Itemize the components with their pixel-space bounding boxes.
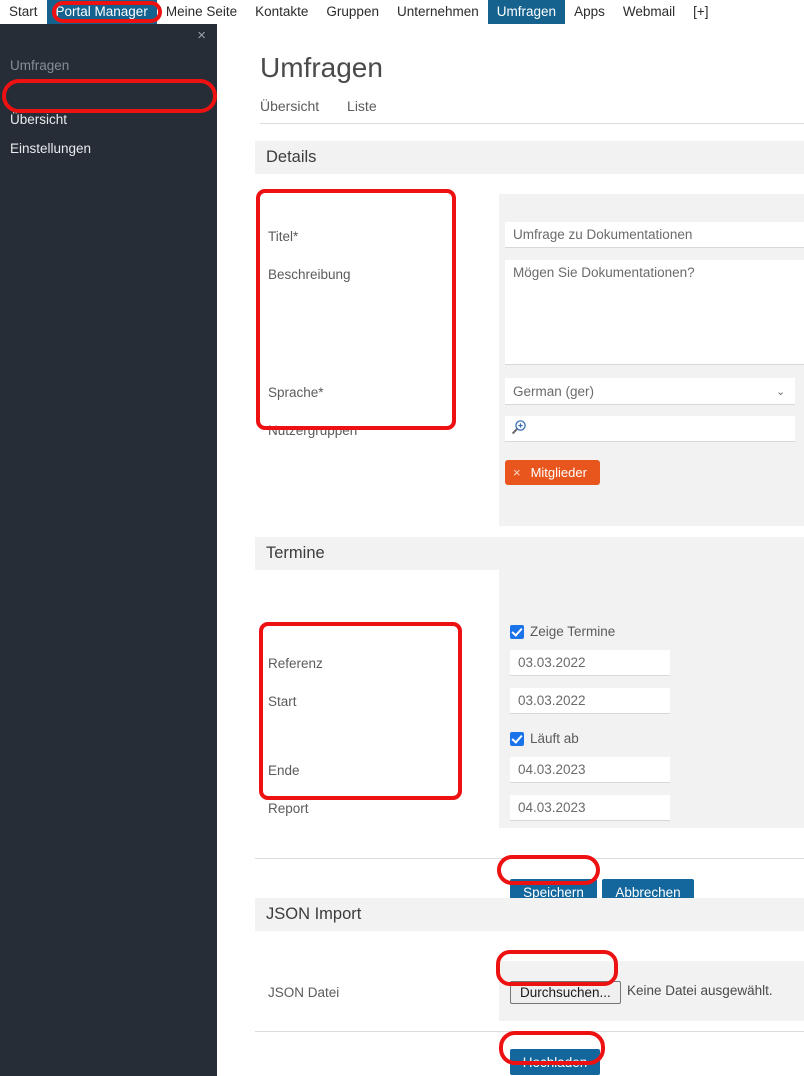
app-window: Start Portal Manager Meine Seite Kontakt… bbox=[0, 0, 804, 1076]
nav-item-unternehmen[interactable]: Unternehmen bbox=[388, 0, 488, 24]
content-tabs: Übersicht Liste bbox=[260, 98, 804, 124]
top-navigation-bar: Start Portal Manager Meine Seite Kontakt… bbox=[0, 0, 804, 24]
nav-item-kontakte[interactable]: Kontakte bbox=[246, 0, 317, 24]
label-start: Start bbox=[268, 694, 297, 709]
details-form: Titel* Beschreibung Mögen Sie Dokumentat… bbox=[255, 174, 804, 526]
nav-item-webmail[interactable]: Webmail bbox=[614, 0, 684, 24]
label-report: Report bbox=[268, 801, 309, 816]
nav-item-start[interactable]: Start bbox=[0, 0, 47, 24]
laeuft-ab-checkbox[interactable] bbox=[510, 731, 524, 746]
close-icon[interactable]: × bbox=[197, 28, 206, 43]
nutzergruppen-search-input[interactable] bbox=[505, 416, 795, 442]
section-header-json-import: JSON Import bbox=[255, 898, 804, 931]
label-ende: Ende bbox=[268, 763, 300, 778]
label-nutzergruppen: Nutzergruppen bbox=[268, 423, 358, 438]
nav-item-meine-seite[interactable]: Meine Seite bbox=[157, 0, 246, 24]
browse-file-button[interactable]: Durchsuchen... bbox=[510, 981, 621, 1004]
titel-input[interactable] bbox=[505, 222, 804, 248]
file-status-text: Keine Datei ausgewählt. bbox=[627, 983, 773, 998]
divider bbox=[255, 858, 804, 859]
nav-item-apps[interactable]: Apps bbox=[565, 0, 614, 24]
upload-button[interactable]: Hochladen bbox=[510, 1049, 600, 1075]
termine-form: Zeige Termine Referenz Start Läuft ab En… bbox=[255, 570, 804, 835]
laeuft-ab-label: Läuft ab bbox=[530, 731, 579, 746]
main-content: Umfragen Übersicht Liste Details Titel* … bbox=[217, 24, 804, 1076]
nav-item-add-more[interactable]: [+] bbox=[684, 0, 717, 24]
sidebar-item-einstellungen[interactable]: Einstellungen bbox=[10, 141, 91, 156]
section-header-details: Details bbox=[255, 141, 804, 174]
form-actions: Speichern Abbrechen bbox=[255, 867, 804, 905]
beschreibung-textarea[interactable]: Mögen Sie Dokumentationen? bbox=[505, 260, 804, 365]
start-date-input[interactable] bbox=[510, 688, 670, 714]
json-import-actions: Hochladen bbox=[255, 1039, 804, 1076]
label-json-datei: JSON Datei bbox=[268, 985, 340, 1000]
section-header-termine: Termine bbox=[255, 537, 804, 570]
sidebar-item-uebersicht[interactable]: Übersicht bbox=[10, 112, 67, 127]
sidebar-section-label: Umfragen bbox=[10, 58, 70, 73]
laeuft-ab-row[interactable]: Läuft ab bbox=[510, 731, 579, 746]
tab-liste[interactable]: Liste bbox=[347, 98, 377, 114]
zeige-termine-label: Zeige Termine bbox=[530, 624, 616, 639]
referenz-date-input[interactable] bbox=[510, 650, 670, 676]
nav-item-gruppen[interactable]: Gruppen bbox=[317, 0, 388, 24]
report-date-input[interactable] bbox=[510, 795, 670, 821]
json-import-form: JSON Datei Durchsuchen... Keine Datei au… bbox=[255, 931, 804, 1021]
remove-tag-icon[interactable]: × bbox=[513, 465, 521, 480]
nav-item-umfragen[interactable]: Umfragen bbox=[487, 0, 566, 24]
tag-label: Mitglieder bbox=[530, 465, 587, 480]
zeige-termine-checkbox[interactable] bbox=[510, 624, 524, 639]
label-titel: Titel* bbox=[268, 229, 299, 244]
tab-uebersicht[interactable]: Übersicht bbox=[260, 98, 319, 114]
label-sprache: Sprache* bbox=[268, 385, 324, 400]
label-beschreibung: Beschreibung bbox=[268, 267, 351, 282]
ende-date-input[interactable] bbox=[510, 757, 670, 783]
nav-item-portal-manager[interactable]: Portal Manager bbox=[46, 0, 157, 24]
divider bbox=[255, 1031, 804, 1032]
sprache-select[interactable]: German (ger) bbox=[505, 378, 795, 405]
sidebar: × Umfragen Übersicht Einstellungen bbox=[0, 24, 217, 1076]
nutzergruppe-tag-mitglieder[interactable]: × Mitglieder bbox=[505, 460, 600, 485]
page-title: Umfragen bbox=[260, 51, 383, 83]
zeige-termine-row[interactable]: Zeige Termine bbox=[510, 624, 615, 639]
label-referenz: Referenz bbox=[268, 656, 323, 671]
